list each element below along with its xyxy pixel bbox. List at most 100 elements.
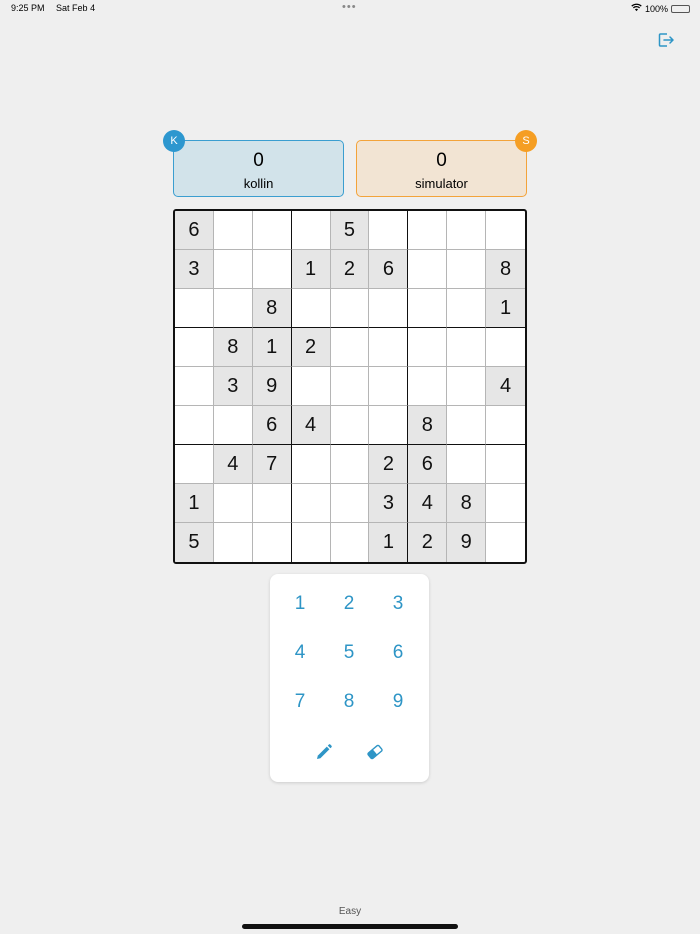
sudoku-cell[interactable]: 2 xyxy=(369,445,409,484)
number-key-9[interactable]: 9 xyxy=(378,684,418,720)
sudoku-cell[interactable] xyxy=(291,211,331,250)
sudoku-cell[interactable] xyxy=(291,484,331,523)
sudoku-cell[interactable] xyxy=(447,250,487,289)
exit-button[interactable] xyxy=(656,30,676,50)
sudoku-cell[interactable] xyxy=(408,367,448,406)
sudoku-cell[interactable] xyxy=(330,484,370,523)
sudoku-cell[interactable]: 3 xyxy=(175,250,214,289)
sudoku-cell[interactable]: 4 xyxy=(213,445,253,484)
pencil-button[interactable] xyxy=(310,738,338,766)
sudoku-cell[interactable]: 4 xyxy=(291,406,331,445)
sudoku-cell[interactable]: 4 xyxy=(486,367,525,406)
sudoku-cell[interactable] xyxy=(486,445,525,484)
sudoku-cell[interactable] xyxy=(369,406,409,445)
sudoku-cell[interactable] xyxy=(330,328,370,367)
sudoku-cell[interactable] xyxy=(330,289,370,328)
sudoku-cell[interactable]: 8 xyxy=(447,484,487,523)
sudoku-cell[interactable] xyxy=(447,289,487,328)
sudoku-cell[interactable] xyxy=(408,250,448,289)
number-key-7[interactable]: 7 xyxy=(280,684,320,720)
sudoku-cell[interactable] xyxy=(175,406,214,445)
avatar: S xyxy=(515,130,537,152)
sudoku-cell[interactable]: 3 xyxy=(213,367,253,406)
sudoku-cell[interactable] xyxy=(447,211,487,250)
sudoku-cell[interactable] xyxy=(175,328,214,367)
sudoku-cell[interactable]: 2 xyxy=(408,523,448,562)
sudoku-cell[interactable]: 1 xyxy=(252,328,292,367)
sudoku-cell[interactable] xyxy=(213,211,253,250)
sudoku-cell[interactable] xyxy=(486,406,525,445)
sudoku-cell[interactable]: 9 xyxy=(447,523,487,562)
sudoku-cell[interactable]: 1 xyxy=(486,289,525,328)
sudoku-cell[interactable] xyxy=(447,328,487,367)
sudoku-cell[interactable]: 1 xyxy=(291,250,331,289)
eraser-button[interactable] xyxy=(361,738,389,766)
sudoku-cell[interactable]: 5 xyxy=(175,523,214,562)
sudoku-cell[interactable] xyxy=(369,289,409,328)
sudoku-cell[interactable] xyxy=(252,250,292,289)
sudoku-cell[interactable]: 2 xyxy=(330,250,370,289)
sudoku-cell[interactable]: 4 xyxy=(408,484,448,523)
sudoku-cell[interactable]: 8 xyxy=(252,289,292,328)
sudoku-cell[interactable] xyxy=(369,211,409,250)
sudoku-cell[interactable]: 6 xyxy=(175,211,214,250)
sudoku-cell[interactable] xyxy=(486,211,525,250)
sudoku-cell[interactable] xyxy=(213,406,253,445)
sudoku-cell[interactable]: 6 xyxy=(252,406,292,445)
sudoku-cell[interactable] xyxy=(252,211,292,250)
sudoku-cell[interactable] xyxy=(213,484,253,523)
number-key-2[interactable]: 2 xyxy=(329,586,369,622)
sudoku-cell[interactable]: 8 xyxy=(486,250,525,289)
sudoku-cell[interactable]: 6 xyxy=(408,445,448,484)
sudoku-cell[interactable] xyxy=(175,445,214,484)
number-pad: 123 456 789 xyxy=(270,574,429,782)
sudoku-cell[interactable] xyxy=(253,523,292,562)
sudoku-cell[interactable] xyxy=(486,523,525,562)
number-key-3[interactable]: 3 xyxy=(378,586,418,622)
sudoku-cell[interactable] xyxy=(175,289,214,328)
sudoku-cell[interactable] xyxy=(408,328,448,367)
number-key-5[interactable]: 5 xyxy=(329,635,369,671)
number-key-6[interactable]: 6 xyxy=(378,635,418,671)
sudoku-cell[interactable] xyxy=(331,523,370,562)
sudoku-cell[interactable] xyxy=(447,445,487,484)
sudoku-cell[interactable]: 2 xyxy=(291,328,331,367)
sudoku-cell[interactable] xyxy=(292,523,331,562)
sudoku-cell[interactable] xyxy=(369,328,409,367)
sudoku-cell[interactable] xyxy=(291,289,331,328)
sudoku-cell[interactable]: 8 xyxy=(408,406,448,445)
sudoku-cell[interactable]: 6 xyxy=(369,250,409,289)
sudoku-cell[interactable] xyxy=(447,406,487,445)
sudoku-cell[interactable]: 3 xyxy=(369,484,409,523)
sudoku-cell[interactable] xyxy=(408,211,448,250)
player-name: kollin xyxy=(243,176,274,191)
number-key-8[interactable]: 8 xyxy=(329,684,369,720)
sudoku-cell[interactable] xyxy=(252,484,292,523)
sudoku-cell[interactable] xyxy=(175,367,214,406)
sudoku-cell[interactable] xyxy=(213,250,253,289)
battery-icon xyxy=(671,4,690,13)
sudoku-cell[interactable] xyxy=(369,367,409,406)
sudoku-cell[interactable]: 1 xyxy=(175,484,214,523)
sudoku-cell[interactable]: 9 xyxy=(252,367,292,406)
number-key-1[interactable]: 1 xyxy=(280,586,320,622)
sudoku-cell[interactable] xyxy=(291,445,331,484)
sudoku-cell[interactable] xyxy=(213,289,253,328)
sudoku-cell[interactable] xyxy=(447,367,487,406)
sudoku-cell[interactable]: 1 xyxy=(369,523,409,562)
sudoku-cell[interactable]: 8 xyxy=(213,328,253,367)
sudoku-cell[interactable] xyxy=(214,523,253,562)
sudoku-cell[interactable] xyxy=(330,367,370,406)
number-key-4[interactable]: 4 xyxy=(280,635,320,671)
sudoku-cell[interactable] xyxy=(486,328,525,367)
home-indicator[interactable] xyxy=(242,924,458,929)
sudoku-cell[interactable] xyxy=(486,484,525,523)
sudoku-cell[interactable] xyxy=(330,445,370,484)
sudoku-cell[interactable]: 7 xyxy=(252,445,292,484)
sudoku-cell[interactable] xyxy=(330,406,370,445)
multitasking-dots[interactable]: ••• xyxy=(342,1,357,13)
sudoku-cell[interactable] xyxy=(408,289,448,328)
sudoku-cell[interactable]: 5 xyxy=(330,211,370,250)
pencil-icon xyxy=(317,744,332,759)
sudoku-cell[interactable] xyxy=(291,367,331,406)
